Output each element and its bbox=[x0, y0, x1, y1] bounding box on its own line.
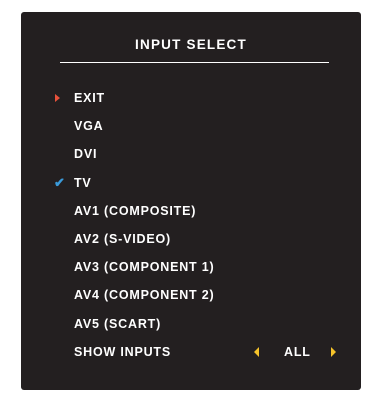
menu-item-label: AV5 (SCART) bbox=[74, 316, 162, 331]
cursor-marker bbox=[54, 87, 66, 109]
menu-item-label: SHOW INPUTS bbox=[74, 344, 171, 359]
selected-marker: ✔ bbox=[54, 172, 66, 194]
menu-item-label: TV bbox=[74, 175, 92, 190]
input-menu: EXIT VGA DVI ✔ TV AV1 (COMPOSITE) AV2 (S… bbox=[21, 87, 361, 369]
title-divider bbox=[60, 62, 329, 63]
menu-item-label: DVI bbox=[74, 147, 98, 162]
show-inputs-value: ALL bbox=[284, 344, 311, 359]
menu-item-show-inputs[interactable]: SHOW INPUTS ALL bbox=[21, 341, 361, 369]
menu-item-label: AV1 (COMPOSITE) bbox=[74, 203, 197, 218]
menu-item-av3[interactable]: AV3 (COMPONENT 1) bbox=[21, 256, 361, 284]
menu-item-av2[interactable]: AV2 (S-VIDEO) bbox=[21, 228, 361, 256]
menu-item-tv[interactable]: ✔ TV bbox=[21, 172, 361, 200]
menu-item-av4[interactable]: AV4 (COMPONENT 2) bbox=[21, 284, 361, 312]
menu-item-dvi[interactable]: DVI bbox=[21, 143, 361, 171]
menu-item-label: EXIT bbox=[74, 91, 105, 105]
menu-item-vga[interactable]: VGA bbox=[21, 115, 361, 143]
show-inputs-selector[interactable]: ALL bbox=[254, 341, 354, 363]
menu-item-av5[interactable]: AV5 (SCART) bbox=[21, 313, 361, 341]
arrow-left-icon[interactable] bbox=[254, 346, 259, 357]
menu-item-exit[interactable]: EXIT bbox=[21, 87, 361, 115]
menu-item-av1[interactable]: AV1 (COMPOSITE) bbox=[21, 200, 361, 228]
osd-title: INPUT SELECT bbox=[135, 37, 247, 52]
menu-item-label: VGA bbox=[74, 119, 104, 134]
arrow-right-icon[interactable] bbox=[331, 346, 336, 357]
checkmark-icon: ✔ bbox=[54, 174, 66, 190]
menu-item-label: AV4 (COMPONENT 2) bbox=[74, 288, 215, 303]
menu-item-label: AV2 (S-VIDEO) bbox=[74, 231, 171, 246]
menu-item-label: AV3 (COMPONENT 1) bbox=[74, 260, 215, 275]
osd-panel: INPUT SELECT EXIT VGA DVI ✔ TV AV1 (COMP… bbox=[21, 12, 361, 390]
arrow-right-icon bbox=[55, 94, 60, 102]
